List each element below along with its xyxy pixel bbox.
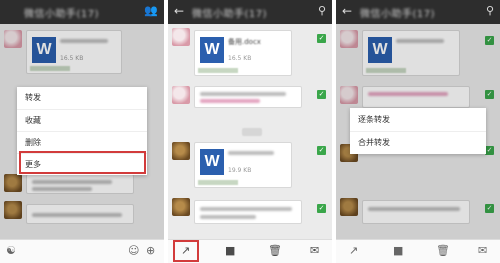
plus-icon[interactable]: ⊕: [146, 244, 155, 257]
redacted-text: [200, 99, 260, 103]
menu-item-delete[interactable]: 删除: [17, 131, 147, 153]
file-message[interactable]: W 19.9 KB: [194, 142, 292, 188]
voice-icon[interactable]: ☯: [6, 244, 16, 257]
select-checkbox[interactable]: ✓: [317, 146, 326, 155]
redacted-text: [200, 207, 292, 211]
search-icon[interactable]: ⚲: [318, 4, 326, 17]
back-arrow-icon[interactable]: ←: [174, 4, 184, 18]
text-message[interactable]: [194, 86, 302, 108]
chat-area: W 备用.docx 16.5 KB ✓ ✓ W 19.9 KB ✓ ✓: [168, 24, 332, 239]
top-bar: 微信小助手(17) 👥: [0, 0, 164, 24]
mail-icon[interactable]: ✉: [310, 244, 319, 257]
screen-forward-options: ← 微信小助手(17) ⚲ W ✓ ✓ ✓ ✓ 逐条转发 合并转发 ↗ ■ 🗑 …: [336, 0, 500, 263]
file-source-note: [198, 180, 238, 185]
trash-icon[interactable]: 🗑: [436, 244, 450, 257]
redacted-text: [200, 92, 286, 96]
file-name-redacted: [228, 151, 274, 155]
avatar[interactable]: [172, 28, 190, 46]
menu-item-forward-one-by-one[interactable]: 逐条转发: [350, 109, 486, 131]
search-icon[interactable]: ⚲: [486, 4, 494, 17]
mail-icon[interactable]: ✉: [478, 244, 487, 257]
file-source-note: [198, 68, 238, 73]
menu-item-favorite[interactable]: 收藏: [17, 109, 147, 131]
word-file-icon: W: [200, 149, 224, 175]
screen-multiselect: ← 微信小助手(17) ⚲ W 备用.docx 16.5 KB ✓ ✓ W 19…: [168, 0, 332, 263]
chat-title: 微信小助手(17): [24, 9, 100, 20]
contacts-icon[interactable]: 👥: [144, 4, 158, 17]
redacted-text: [200, 215, 256, 219]
file-message[interactable]: W 备用.docx 16.5 KB: [194, 30, 292, 76]
avatar[interactable]: [172, 86, 190, 104]
chat-title: 微信小助手(17): [360, 9, 436, 20]
emoji-icon[interactable]: ☺: [128, 244, 139, 257]
more-highlight-box: [19, 151, 146, 174]
word-file-icon: W: [200, 37, 224, 63]
top-bar: ← 微信小助手(17) ⚲: [336, 0, 500, 24]
cube-icon[interactable]: ■: [225, 244, 235, 257]
chat-title: 微信小助手(17): [192, 9, 268, 20]
select-checkbox[interactable]: ✓: [317, 90, 326, 99]
cube-icon[interactable]: ■: [393, 244, 403, 257]
select-checkbox[interactable]: ✓: [317, 34, 326, 43]
file-size: 16.5 KB: [228, 55, 252, 62]
back-arrow-icon[interactable]: ←: [342, 4, 352, 18]
file-size: 19.9 KB: [228, 167, 252, 174]
menu-item-forward[interactable]: 转发: [17, 87, 147, 109]
menu-item-merge-forward[interactable]: 合并转发: [350, 131, 486, 153]
file-name: 备用.docx: [228, 38, 261, 46]
avatar[interactable]: [172, 198, 190, 216]
multiselect-action-bar: ↗ ■ 🗑 ✉: [336, 239, 500, 263]
screen-context-menu: 微信小助手(17) 👥 W 16.5 KB 转发 收藏 删除 更多 ☯ ☺ ⊕: [0, 0, 164, 263]
top-bar: ← 微信小助手(17) ⚲: [168, 0, 332, 24]
time-divider: [242, 128, 262, 136]
select-checkbox[interactable]: ✓: [317, 204, 326, 213]
avatar[interactable]: [172, 142, 190, 160]
share-highlight-box: [173, 240, 199, 262]
text-message[interactable]: [194, 200, 302, 224]
forward-options-dialog: 逐条转发 合并转发: [350, 108, 486, 154]
share-icon[interactable]: ↗: [349, 244, 358, 257]
input-bar: ☯ ☺ ⊕: [0, 239, 164, 263]
trash-icon[interactable]: 🗑: [268, 244, 282, 257]
